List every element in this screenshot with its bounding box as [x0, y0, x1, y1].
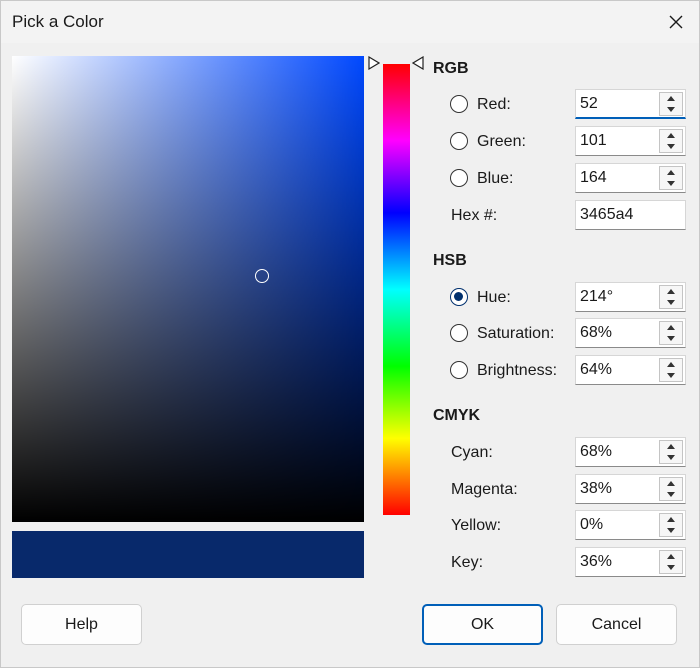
- saturation-brightness-area[interactable]: [12, 56, 364, 522]
- blue-field[interactable]: [575, 163, 686, 193]
- green-field[interactable]: [575, 126, 686, 156]
- hue-marker-right-icon[interactable]: [412, 56, 424, 70]
- red-field[interactable]: [575, 89, 686, 119]
- saturation-input[interactable]: [576, 319, 666, 347]
- cyan-field[interactable]: [575, 437, 686, 467]
- hue-decrement-button[interactable]: [660, 297, 682, 308]
- hue-increment-button[interactable]: [660, 286, 682, 297]
- red-radio[interactable]: [450, 95, 468, 113]
- magenta-spinner: [659, 477, 683, 501]
- red-spinner: [659, 92, 683, 116]
- title-bar: Pick a Color: [1, 1, 699, 43]
- red-increment-button[interactable]: [660, 93, 682, 104]
- yellow-input[interactable]: [576, 511, 666, 539]
- hue-label: Hue:: [477, 289, 511, 306]
- yellow-decrement-button[interactable]: [660, 525, 682, 536]
- saturation-spinner: [659, 321, 683, 345]
- rgb-section-title: RGB: [433, 60, 469, 77]
- cyan-decrement-button[interactable]: [660, 452, 682, 463]
- brightness-spinner: [659, 358, 683, 382]
- brightness-decrement-button[interactable]: [660, 370, 682, 381]
- key-decrement-button[interactable]: [660, 562, 682, 573]
- magenta-field[interactable]: [575, 474, 686, 504]
- cyan-spinner: [659, 440, 683, 464]
- yellow-spinner: [659, 513, 683, 537]
- key-field[interactable]: [575, 547, 686, 577]
- hue-input[interactable]: [576, 283, 666, 311]
- close-icon: [669, 15, 683, 29]
- blue-radio[interactable]: [450, 169, 468, 187]
- saturation-radio[interactable]: [450, 324, 468, 342]
- color-preview-swatch: [12, 531, 364, 578]
- help-button[interactable]: Help: [21, 604, 142, 645]
- brightness-input[interactable]: [576, 356, 666, 384]
- ok-button[interactable]: OK: [422, 604, 543, 645]
- hue-radio[interactable]: [450, 288, 468, 306]
- brightness-increment-button[interactable]: [660, 359, 682, 370]
- green-decrement-button[interactable]: [660, 141, 682, 152]
- magenta-input[interactable]: [576, 475, 666, 503]
- hex-field[interactable]: [575, 200, 686, 230]
- brightness-label: Brightness:: [477, 362, 558, 379]
- yellow-increment-button[interactable]: [660, 514, 682, 525]
- red-decrement-button[interactable]: [660, 104, 682, 115]
- saturation-field[interactable]: [575, 318, 686, 348]
- green-radio[interactable]: [450, 132, 468, 150]
- cyan-input[interactable]: [576, 438, 666, 466]
- red-label: Red:: [477, 96, 511, 113]
- hsb-section-title: HSB: [433, 252, 467, 269]
- green-label: Green:: [477, 133, 526, 150]
- hex-label: Hex #:: [451, 207, 498, 224]
- saturation-increment-button[interactable]: [660, 322, 682, 333]
- cyan-label: Cyan:: [451, 444, 493, 461]
- cancel-button[interactable]: Cancel: [556, 604, 677, 645]
- hue-marker-left-icon[interactable]: [368, 56, 380, 70]
- green-increment-button[interactable]: [660, 130, 682, 141]
- magenta-label: Magenta:: [451, 481, 518, 498]
- red-input[interactable]: [576, 90, 666, 118]
- blue-input[interactable]: [576, 164, 666, 192]
- yellow-label: Yellow:: [451, 517, 502, 534]
- hue-slider[interactable]: [383, 64, 410, 515]
- hue-spinner: [659, 285, 683, 309]
- blue-label: Blue:: [477, 170, 514, 187]
- blue-spinner: [659, 166, 683, 190]
- saturation-decrement-button[interactable]: [660, 333, 682, 344]
- key-input[interactable]: [576, 548, 666, 576]
- blue-decrement-button[interactable]: [660, 178, 682, 189]
- window-title: Pick a Color: [12, 12, 104, 31]
- key-spinner: [659, 550, 683, 574]
- green-input[interactable]: [576, 127, 666, 155]
- cyan-increment-button[interactable]: [660, 441, 682, 452]
- blue-increment-button[interactable]: [660, 167, 682, 178]
- magenta-decrement-button[interactable]: [660, 489, 682, 500]
- color-picker-dialog: Pick a Color RGB Red: Green: Blue: Hex #…: [0, 0, 700, 668]
- close-button[interactable]: [653, 1, 699, 43]
- brightness-field[interactable]: [575, 355, 686, 385]
- key-label: Key:: [451, 554, 484, 571]
- color-cursor[interactable]: [255, 269, 269, 283]
- saturation-label: Saturation:: [477, 325, 555, 342]
- yellow-field[interactable]: [575, 510, 686, 540]
- key-increment-button[interactable]: [660, 551, 682, 562]
- hue-field[interactable]: [575, 282, 686, 312]
- brightness-radio[interactable]: [450, 361, 468, 379]
- green-spinner: [659, 129, 683, 153]
- hex-input[interactable]: [576, 201, 686, 229]
- magenta-increment-button[interactable]: [660, 478, 682, 489]
- cmyk-section-title: CMYK: [433, 407, 481, 424]
